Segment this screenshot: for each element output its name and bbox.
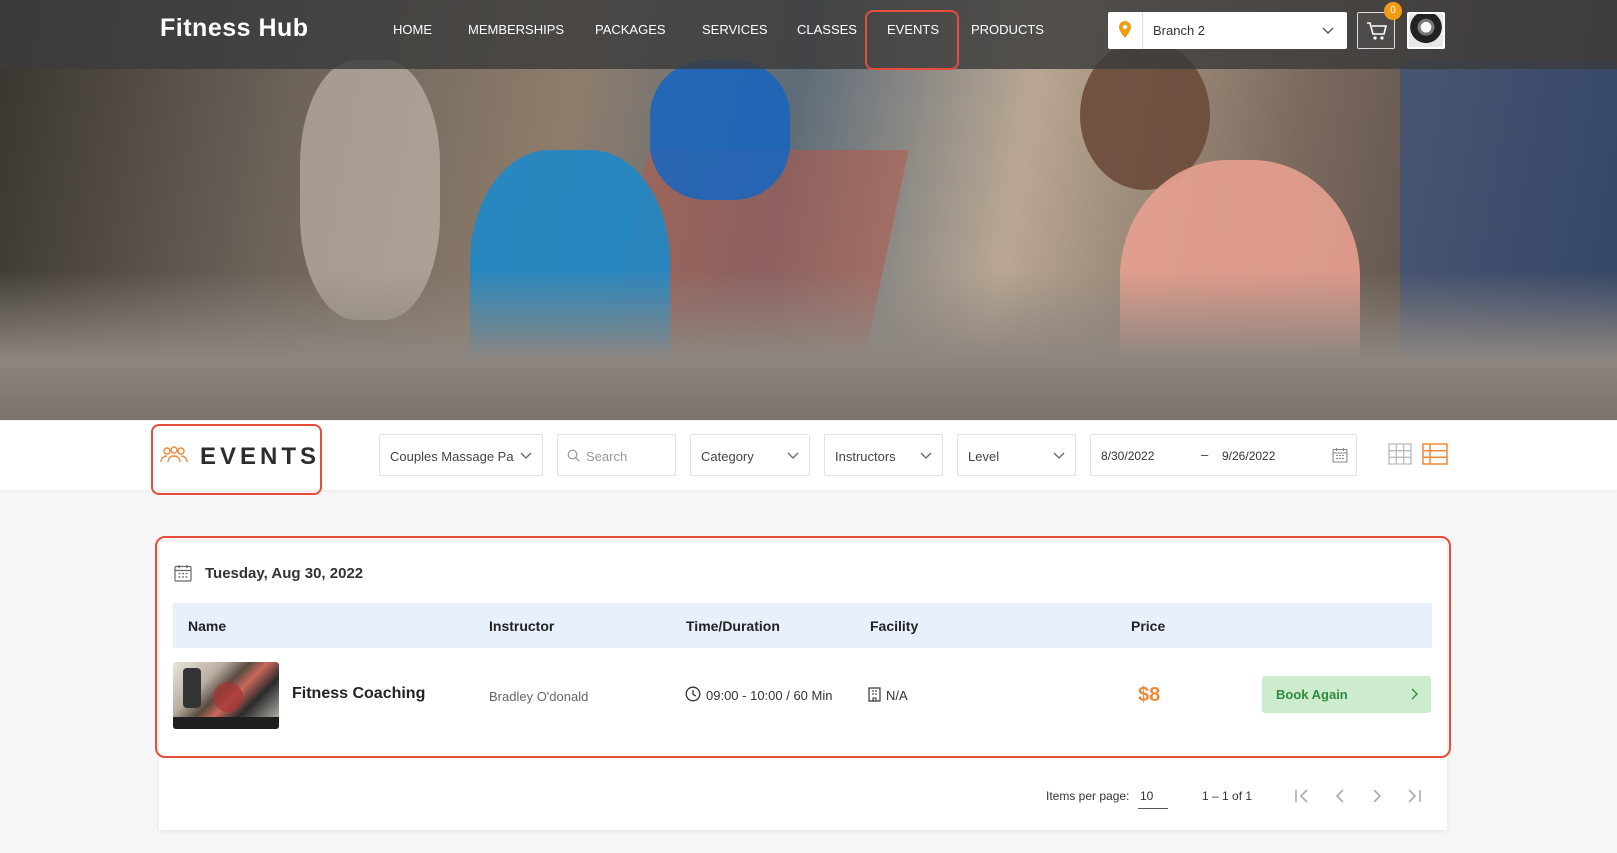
search-icon [567, 449, 580, 462]
cart-count-badge: 0 [1384, 2, 1402, 20]
search-input[interactable]: Search [557, 434, 676, 476]
brand-logo[interactable]: Fitness Hub [160, 14, 309, 43]
chevron-down-icon [920, 452, 932, 459]
date-to[interactable]: 9/26/2022 [1222, 449, 1275, 463]
user-avatar[interactable] [1407, 12, 1445, 49]
level-select-value: Level [968, 449, 1000, 464]
items-per-page-label: Items per page: [1046, 789, 1130, 803]
previous-page-icon[interactable] [1328, 785, 1352, 807]
instructors-select[interactable]: Instructors [824, 434, 943, 476]
nav-classes[interactable]: CLASSES [797, 22, 857, 37]
list-view-icon[interactable] [1422, 443, 1448, 465]
branch-select-value: Branch 2 [1153, 23, 1206, 38]
pagination-range: 1 – 1 of 1 [1202, 789, 1253, 803]
nav-products[interactable]: PRODUCTS [971, 22, 1044, 37]
location-pin-icon [1119, 21, 1131, 38]
chevron-down-icon [1053, 452, 1065, 459]
cart-icon [1367, 22, 1388, 40]
page-size-value: 10 [1140, 789, 1154, 803]
chevron-down-icon [520, 452, 532, 459]
search-placeholder: Search [586, 449, 628, 464]
level-select[interactable]: Level [957, 434, 1076, 476]
last-page-icon[interactable] [1402, 785, 1426, 807]
page-size-select[interactable]: 10 [1138, 782, 1168, 809]
date-range-picker[interactable]: 8/30/2022 – 9/26/2022 [1090, 434, 1357, 476]
event-select[interactable]: Couples Massage Pa [379, 434, 543, 476]
instructors-select-value: Instructors [835, 449, 896, 464]
chevron-down-icon [1322, 27, 1334, 34]
event-select-value: Couples Massage Pa [390, 449, 514, 464]
top-navigation-bar: Fitness Hub HOME MEMBERSHIPS PACKAGES SE… [0, 0, 1617, 69]
category-select[interactable]: Category [690, 434, 810, 476]
branch-select[interactable]: Branch 2 [1108, 12, 1347, 49]
event-list-highlight [155, 536, 1451, 758]
date-from[interactable]: 8/30/2022 [1101, 449, 1154, 463]
calendar-icon[interactable] [1332, 447, 1348, 463]
category-select-value: Category [701, 449, 754, 464]
page-title-highlight [151, 424, 322, 495]
events-nav-highlight [865, 10, 959, 70]
chevron-down-icon [787, 452, 799, 459]
next-page-icon[interactable] [1365, 785, 1389, 807]
nav-home[interactable]: HOME [393, 22, 432, 37]
grid-view-icon[interactable] [1388, 443, 1412, 465]
first-page-icon[interactable] [1290, 785, 1314, 807]
nav-services[interactable]: SERVICES [702, 22, 768, 37]
nav-memberships[interactable]: MEMBERSHIPS [468, 22, 564, 37]
nav-packages[interactable]: PACKAGES [595, 22, 666, 37]
date-separator: – [1201, 447, 1209, 462]
